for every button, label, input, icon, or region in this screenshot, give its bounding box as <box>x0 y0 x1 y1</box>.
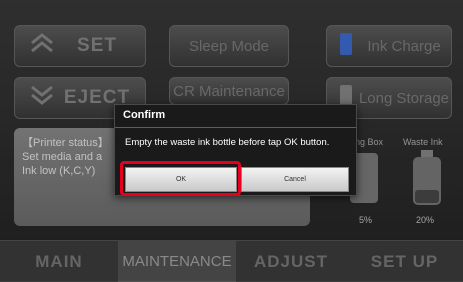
cancel-label: Cancel <box>284 176 306 183</box>
dialog-divider <box>115 127 356 128</box>
dialog-title: Confirm <box>123 109 166 121</box>
dialog-message: Empty the waste ink bottle before tap OK… <box>125 137 330 148</box>
cancel-button[interactable]: Cancel <box>241 167 349 192</box>
printer-control-screen: SET EJECT Sleep Mode CR Maintenance Ink … <box>0 0 463 282</box>
ok-button-highlight <box>120 161 241 196</box>
